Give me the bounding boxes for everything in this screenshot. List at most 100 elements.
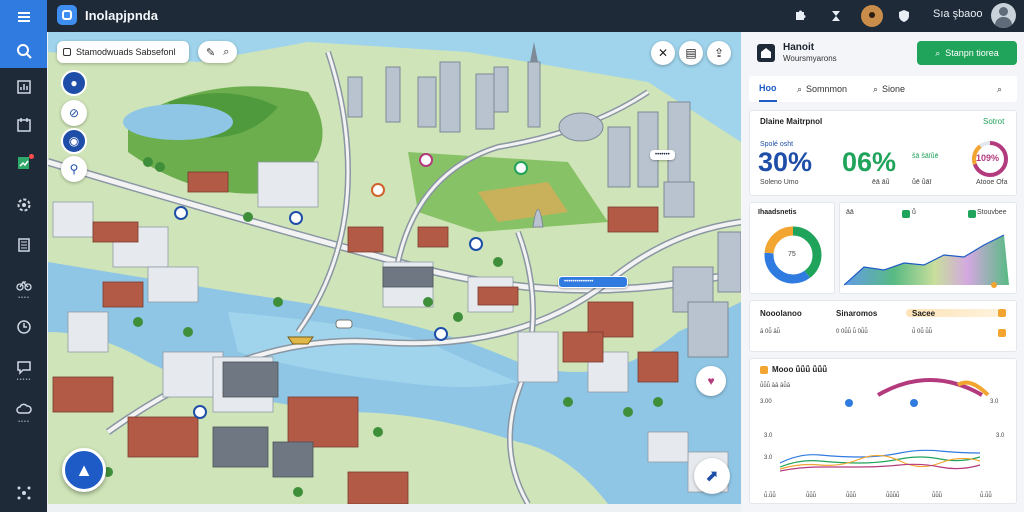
kpi-caption: šā šāīǖē [912, 153, 939, 160]
tab-search[interactable]: ⌕ [997, 76, 1002, 102]
map-search-input[interactable]: Stamodwuads Sabsefonl [57, 41, 189, 63]
network-icon [17, 486, 30, 500]
ring-sub: Atooe Ofa [976, 179, 1008, 186]
kpi-card-title: Dlaine Maitrpnol [760, 117, 823, 126]
pen-icon[interactable]: ✎ [206, 46, 215, 59]
map-scene [48, 32, 741, 504]
puzzle-icon [796, 10, 806, 20]
stat-title: Nooolanoo [760, 309, 802, 318]
share-icon: ⇪ [713, 46, 725, 60]
tab-label: Hoo [759, 83, 777, 93]
map-compass-button[interactable]: ⊘ [61, 100, 87, 126]
panel-cta-button[interactable]: ⌕ Stanpn tiorea [917, 41, 1017, 65]
kpi-card: Dlaine Maitrpnol Sotrot Spolé osht 30% S… [749, 110, 1017, 196]
map-filter-button[interactable]: ⚲ [61, 156, 87, 182]
settings-icon [17, 198, 30, 212]
user-icon: ● [70, 76, 78, 90]
map-close-button[interactable]: ✕ [651, 41, 675, 65]
location-button[interactable] [861, 5, 883, 27]
map-camera-button[interactable]: ◉ [61, 128, 87, 154]
rail-search-button[interactable] [0, 34, 47, 68]
rail-building-button[interactable] [0, 228, 47, 262]
y-tick: 3.0 [996, 433, 1005, 439]
pin-icon [869, 12, 875, 18]
legend-swatch [968, 210, 976, 218]
dashboard-icon [16, 80, 31, 94]
menu-icon [17, 12, 30, 22]
search-icon: ⌕ [935, 47, 941, 58]
map-tool-group[interactable]: ✎ ⌕ [198, 41, 238, 63]
rail-item-label: •••• [17, 295, 30, 301]
legend-item: āā [846, 209, 854, 216]
tab-summary[interactable]: ⌕ Somnmon [797, 76, 847, 102]
kpi-sub: ǖē ǖāī [912, 179, 932, 186]
rail-network-button[interactable] [0, 476, 47, 510]
rail-cloud-button[interactable]: •••• [0, 392, 47, 426]
building-icon [17, 238, 30, 252]
tab-home[interactable]: Hoo [759, 76, 777, 102]
layers-icon [63, 48, 71, 56]
rail-dashboard-button[interactable] [0, 70, 47, 104]
puzzle-button[interactable] [789, 5, 811, 27]
map-locate-button[interactable]: ● [61, 70, 87, 96]
y-tick: 3.0 [764, 433, 773, 439]
legend-item: ǖ [912, 209, 916, 216]
rail-chart-button[interactable] [0, 146, 47, 180]
shield-button[interactable] [893, 5, 915, 27]
directions-button[interactable]: ⬈ [694, 458, 730, 494]
rail-clock-button[interactable] [0, 310, 47, 344]
panel-cta-label: Stanpn tiorea [945, 48, 999, 58]
bike-icon [15, 280, 32, 291]
favorite-button[interactable]: ♥ [696, 366, 726, 396]
city-map[interactable]: Stamodwuads Sabsefonl ✎ ⌕ ✕ ▤ ⇪ ● ⊘ ◉ ⚲ … [48, 32, 741, 504]
lasso-icon[interactable]: ⌕ [223, 46, 229, 59]
print-icon: ▤ [685, 46, 697, 60]
analytics-panel: Hanoit Woursmyarons ⌕ Stanpn tiorea Hoo … [741, 32, 1024, 512]
alert-chip [998, 309, 1006, 317]
row-label: ǖǖǖ āā āǖā [760, 383, 791, 389]
calendar-icon [16, 118, 31, 132]
legend-item: Stouvbee [977, 209, 1007, 216]
x-tick: ǖǖǖ [846, 493, 857, 499]
directions-icon: ⬈ [705, 468, 719, 485]
kpi-card-action[interactable]: Sotrot [983, 117, 1004, 126]
app-window: •••• ••••• •••• Inolapjpnda Sıa şbaoo St… [0, 0, 1024, 512]
rail-calendar-button[interactable] [0, 108, 47, 142]
tab-scene[interactable]: ⌕ Sione [873, 76, 905, 102]
rail-settings-button[interactable] [0, 188, 47, 222]
kpi-sub: Soleno Umo [760, 179, 799, 186]
close-icon: ✕ [657, 46, 669, 60]
hourglass-button[interactable] [825, 5, 847, 27]
map-print-button[interactable]: ▤ [679, 41, 703, 65]
kpi-sub: ēā āǖ [872, 179, 890, 186]
avatar[interactable] [991, 3, 1016, 28]
stats-card: Nooolanoo ā 0ǖ āǖ Sinaromos 0 0ǖǖ ǖ 0ǖǖ … [749, 300, 1017, 352]
x-tick: ǖ.ǖǖ [980, 493, 992, 499]
rail-bike-button[interactable]: •••• [0, 268, 47, 302]
kpi-value: 06% [842, 147, 897, 177]
shield-icon [899, 10, 909, 22]
navigate-fab[interactable]: ▲ [62, 448, 106, 492]
panel-logo [757, 44, 775, 62]
map-callout[interactable]: ••••••• [650, 150, 675, 160]
panel-title: Hanoit [783, 42, 815, 53]
map-route-label[interactable]: •••••••••••••• [558, 276, 628, 288]
user-name[interactable]: Sıa şbaoo [933, 8, 983, 20]
app-logo[interactable] [57, 5, 77, 25]
menu-button[interactable] [0, 0, 47, 34]
alert-chip [998, 329, 1006, 337]
hourglass-icon [832, 11, 840, 21]
chat-icon [16, 361, 31, 375]
cloud-icon [15, 403, 32, 414]
clock-icon [16, 320, 31, 334]
camera-icon: ◉ [68, 134, 80, 148]
rail-item-label: •••• [17, 419, 30, 425]
notification-dot [29, 154, 34, 159]
donut-center-label: 75 [788, 251, 796, 258]
map-search-placeholder: Stamodwuads Sabsefonl [76, 47, 176, 57]
rail-chat-button[interactable]: ••••• [0, 350, 47, 384]
stat-title: Sacee [912, 309, 936, 318]
legend-swatch [902, 210, 910, 218]
map-share-button[interactable]: ⇪ [707, 41, 731, 65]
search-icon: ⌕ [873, 83, 879, 94]
